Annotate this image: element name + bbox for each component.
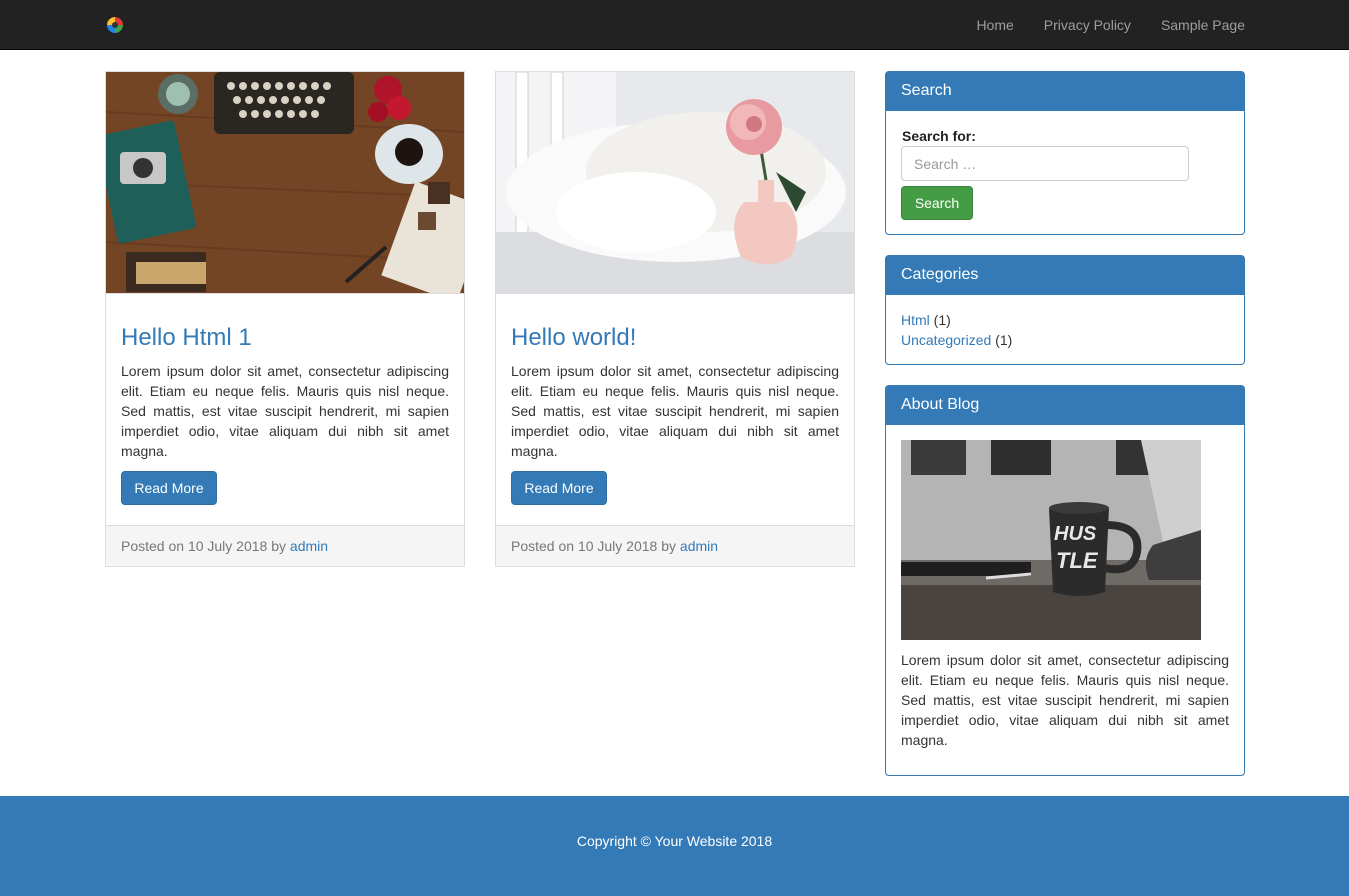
about-text: Lorem ipsum dolor sit amet, consectetur … — [901, 652, 1229, 748]
post-card: Hello world! Lorem ipsum dolor sit amet,… — [495, 71, 855, 567]
post-title[interactable]: Hello world! — [511, 324, 636, 352]
category-link-uncategorized[interactable]: Uncategorized — [901, 332, 991, 348]
mug-text-line-1: HUS — [1054, 523, 1097, 545]
category-list: Html (1) Uncategorized (1) — [901, 310, 1012, 350]
categories-panel: Categories Html (1) Uncategorized (1) — [885, 255, 1245, 365]
category-link-html[interactable]: Html — [901, 312, 930, 328]
site-footer: Copyright © Your Website 2018 — [0, 796, 1349, 896]
category-item: Html (1) — [901, 310, 1012, 330]
copyright-text: Copyright © Your Website 2018 — [576, 833, 773, 849]
post-author-link[interactable]: admin — [680, 538, 718, 554]
nav-links: Home Privacy Policy Sample Page — [946, 0, 1245, 50]
nav-link-home[interactable]: Home — [946, 0, 1013, 50]
search-button[interactable]: Search — [901, 186, 973, 220]
nav-link-sample-page[interactable]: Sample Page — [1131, 0, 1245, 50]
nav-link-privacy-policy[interactable]: Privacy Policy — [1014, 0, 1131, 50]
read-more-button[interactable]: Read More — [511, 471, 607, 505]
post-excerpt: Lorem ipsum dolor sit amet, consectetur … — [121, 363, 449, 459]
post-date-text: Posted on 10 July 2018 by — [511, 538, 680, 554]
search-panel-heading: Search — [886, 72, 1244, 111]
read-more-button[interactable]: Read More — [121, 471, 217, 505]
categories-panel-heading: Categories — [886, 256, 1244, 295]
post-meta: Posted on 10 July 2018 by admin — [106, 525, 464, 566]
about-panel: About Blog HUS TLE Lorem ipsum dolor sit… — [885, 385, 1245, 776]
about-panel-heading: About Blog — [886, 386, 1244, 425]
search-label: Search for: — [902, 128, 976, 144]
post-title[interactable]: Hello Html 1 — [121, 324, 252, 352]
site-logo-icon[interactable] — [107, 17, 123, 33]
post-image-typewriter[interactable] — [106, 72, 464, 294]
category-item: Uncategorized (1) — [901, 330, 1012, 350]
post-meta: Posted on 10 July 2018 by admin — [496, 525, 854, 566]
category-count: (1) — [933, 312, 951, 328]
post-excerpt: Lorem ipsum dolor sit amet, consectetur … — [511, 363, 839, 459]
mug-text-line-2: TLE — [1056, 548, 1099, 573]
search-panel: Search Search for: Search — [885, 71, 1245, 235]
category-count: (1) — [995, 332, 1013, 348]
post-date-text: Posted on 10 July 2018 by — [121, 538, 290, 554]
about-image-hustle-mug: HUS TLE — [901, 440, 1201, 640]
post-image-rose[interactable] — [496, 72, 854, 294]
post-author-link[interactable]: admin — [290, 538, 328, 554]
post-card: Hello Html 1 Lorem ipsum dolor sit amet,… — [105, 71, 465, 567]
search-input[interactable] — [901, 146, 1189, 181]
navbar: Home Privacy Policy Sample Page — [0, 0, 1349, 50]
